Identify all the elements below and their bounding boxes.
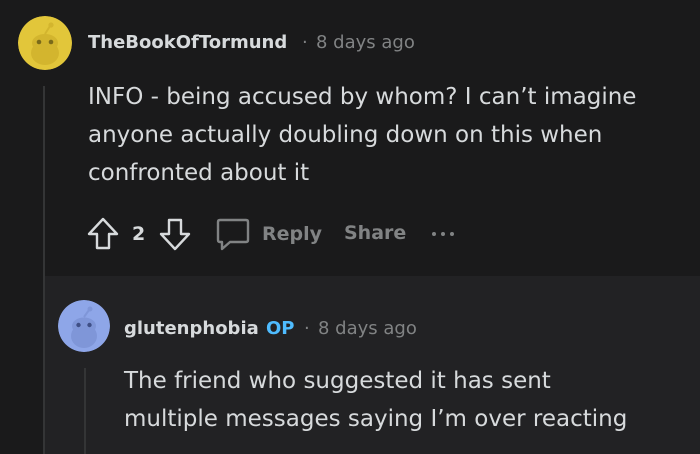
- comment-timestamp[interactable]: 8 days ago: [316, 32, 415, 53]
- comment-body-line: INFO - being accused by whom? I can’t im…: [88, 84, 637, 110]
- comment-body-line: The friend who suggested it has sent: [124, 368, 551, 394]
- comment-timestamp[interactable]: 8 days ago: [318, 318, 417, 339]
- comment-body: The friend who suggested it has sent mul…: [124, 362, 684, 438]
- comment-icon: [216, 218, 250, 251]
- vote-count: 2: [132, 223, 146, 245]
- avatar[interactable]: [58, 300, 110, 352]
- meta-separator: ·: [304, 318, 310, 339]
- avatar[interactable]: [18, 16, 72, 70]
- comment-body-line: multiple messages saying I’m over reacti…: [124, 406, 628, 432]
- comment-username[interactable]: glutenphobia: [124, 318, 259, 339]
- thread-line[interactable]: [43, 86, 45, 454]
- meta-separator: ·: [302, 32, 308, 53]
- comment-username[interactable]: TheBookOfTormund: [88, 32, 287, 53]
- comment-body-line: anyone actually doubling down on this wh…: [88, 122, 603, 148]
- comment-body: INFO - being accused by whom? I can’t im…: [88, 78, 678, 192]
- reply-label: Reply: [262, 223, 323, 245]
- reply-button[interactable]: Reply: [214, 214, 322, 254]
- share-label: Share: [344, 222, 407, 244]
- dot: [432, 232, 436, 236]
- op-badge: OP: [266, 318, 295, 339]
- downvote-button[interactable]: [158, 216, 192, 252]
- dot: [441, 232, 445, 236]
- comment-body-line: confronted about it: [88, 160, 310, 186]
- share-button[interactable]: Share: [344, 222, 406, 244]
- downvote-icon: [159, 218, 191, 251]
- dot: [450, 232, 454, 236]
- upvote-icon: [87, 217, 119, 250]
- reply-thread-line[interactable]: [84, 368, 86, 454]
- more-options-button[interactable]: [432, 232, 454, 236]
- upvote-button[interactable]: [86, 216, 120, 252]
